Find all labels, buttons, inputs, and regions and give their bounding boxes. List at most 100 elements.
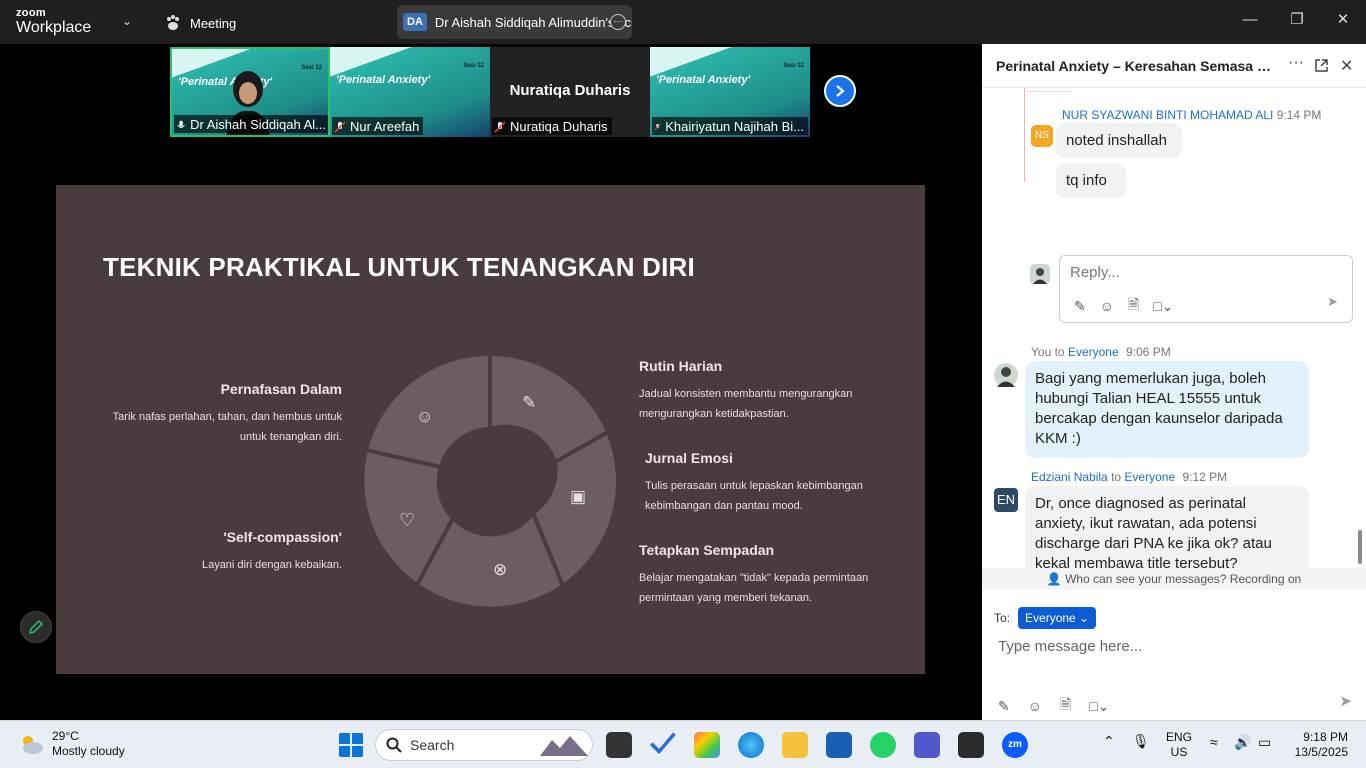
weather-widget[interactable]: 29°C Mostly cloudy xyxy=(18,729,125,759)
send-icon[interactable]: ➤ xyxy=(1339,692,1352,710)
wifi-icon[interactable]: ≈ xyxy=(1210,735,1218,750)
sender-name[interactable]: NUR SYAZWANI BINTI MOHAMAD ALI xyxy=(1062,108,1273,122)
taskbar-search[interactable]: Search xyxy=(375,729,593,761)
pernafasan-item: Pernafasan Dalam Tarik nafas perlahan, t… xyxy=(96,379,342,447)
emoji-icon[interactable]: ☺ xyxy=(1100,298,1114,314)
mini-title: 'Perinatal Anxiety' xyxy=(656,74,751,86)
pop-out-icon[interactable] xyxy=(1314,58,1329,73)
cycle-diagram xyxy=(360,351,620,611)
teams-icon[interactable] xyxy=(914,732,940,758)
reply-box[interactable]: Reply... ✎ ☺ 🗎 □⌄ ➤ xyxy=(1059,255,1353,323)
taskbar: 29°C Mostly cloudy Search zm ⌃ 🎙 ENG US … xyxy=(0,720,1366,768)
emoji-icon[interactable]: ☺ xyxy=(1028,698,1042,714)
reply-toolbar: ✎ ☺ 🗎 □⌄ xyxy=(1074,294,1173,318)
participant-tile[interactable]: Sesi 12 'Perinatal Anxiety' Khairiyatun … xyxy=(650,47,810,137)
title-bar: zoom Workplace ⌄ Meeting DA Dr Aishah Si… xyxy=(0,0,1366,44)
thread-sender-meta: NUR SYAZWANI BINTI MOHAMAD ALI 9:14 PM xyxy=(1062,108,1321,122)
battery-icon[interactable]: ▭ xyxy=(1258,735,1271,750)
mic-muted-icon xyxy=(654,123,661,130)
clock-time: 9:18 PM xyxy=(1303,730,1348,744)
message-bubble[interactable]: tq info xyxy=(1056,163,1126,198)
item-desc: Tarik nafas perlahan, tahan, dan hembus … xyxy=(112,411,342,443)
recipient[interactable]: Everyone xyxy=(1068,345,1119,359)
recipient-dropdown[interactable]: Everyone ⌄ xyxy=(1018,607,1097,629)
message-input[interactable]: Type message here... xyxy=(998,638,1142,655)
participant-name: Khairiyatun Najihah Bi... xyxy=(665,119,804,134)
thread-line xyxy=(1024,88,1025,182)
share-title: Dr Aishah Siddiqah Alimuddin's screen xyxy=(434,14,632,30)
session-label: Sesi 12 xyxy=(463,63,484,69)
mini-title: 'Perinatal Anxiety' xyxy=(336,74,431,86)
logo-top-text: zoom xyxy=(16,7,46,19)
screen-share-pill[interactable]: DA Dr Aishah Siddiqah Alimuddin's screen… xyxy=(397,5,632,39)
zoom-app-icon[interactable]: zm xyxy=(1002,732,1028,758)
whatsapp-icon[interactable] xyxy=(870,732,896,758)
participant-tile[interactable]: Nuratiqa Duharis Nuratiqa Duharis xyxy=(490,47,650,137)
sender-name[interactable]: Edziani Nabila xyxy=(1031,470,1108,484)
scrollbar-thumb[interactable] xyxy=(1358,530,1362,564)
item-desc: Jadual konsisten membantu mengurangkan m… xyxy=(639,388,853,420)
recipient[interactable]: Everyone xyxy=(1124,470,1175,484)
mic-tray-icon[interactable]: 🎙 xyxy=(1132,734,1150,749)
close-icon[interactable]: ✕ xyxy=(1340,56,1353,76)
meeting-menu[interactable]: Meeting xyxy=(164,14,236,32)
item-title: Jurnal Emosi xyxy=(645,450,733,466)
send-icon[interactable]: ➤ xyxy=(1327,294,1338,310)
file-icon[interactable]: 🗎 xyxy=(1060,694,1071,718)
temperature: 29°C xyxy=(52,729,79,743)
participant-name: Nur Areefah xyxy=(350,119,420,134)
planner-icon: ✎ xyxy=(522,393,537,412)
windows-start-icon[interactable] xyxy=(338,732,364,758)
next-page-button[interactable] xyxy=(824,75,856,107)
jurnal-item: Jurnal Emosi Tulis perasaan untuk lepask… xyxy=(645,448,885,516)
more-icon[interactable]: ··· xyxy=(1288,54,1304,72)
item-title: Tetapkan Sempadan xyxy=(639,542,775,558)
chevron-right-icon xyxy=(836,85,845,97)
format-icon[interactable]: ✎ xyxy=(998,698,1010,715)
copilot-icon[interactable] xyxy=(694,732,720,758)
message-time: 9:06 PM xyxy=(1126,345,1171,359)
to-word: to xyxy=(1054,345,1065,359)
message-bubble[interactable]: Dr, once diagnosed as perinatal anxiety,… xyxy=(1025,486,1309,568)
privacy-text: Who can see your messages? Recording on xyxy=(1065,572,1302,586)
participant-tile[interactable]: Sesi 12 'Perinatal Anxiety' Nur Areefah xyxy=(330,47,490,137)
store-icon[interactable] xyxy=(826,732,852,758)
close-window-button[interactable]: ✕ xyxy=(1333,10,1353,30)
scrollbar[interactable] xyxy=(1358,88,1362,568)
file-icon[interactable]: 🗎 xyxy=(1128,294,1139,318)
item-desc: Belajar mengatakan "tidak" kepada permin… xyxy=(639,572,869,604)
maximize-button[interactable]: ❐ xyxy=(1287,10,1307,30)
thread-divider xyxy=(1024,88,1072,92)
screenshot-icon[interactable]: □⌄ xyxy=(1089,698,1109,715)
mic-muted-icon xyxy=(334,120,346,133)
format-icon[interactable]: ✎ xyxy=(1074,298,1086,315)
participant-name-tag: Khairiyatun Najihah Bi... xyxy=(652,117,808,135)
task-view-icon[interactable] xyxy=(606,732,632,758)
file-explorer-icon[interactable] xyxy=(782,732,808,758)
chevron-up-icon[interactable]: ⌃ xyxy=(1103,734,1115,749)
reply-input[interactable]: Reply... xyxy=(1070,264,1120,281)
more-options-icon[interactable]: ··· xyxy=(610,14,626,30)
message-bubble[interactable]: noted inshallah xyxy=(1056,123,1182,158)
sticky-app-icon[interactable] xyxy=(958,732,984,758)
participant-name-tag: Nuratiqa Duharis xyxy=(492,117,612,135)
minimize-button[interactable]: — xyxy=(1240,10,1260,30)
clock-date: 13/5/2025 xyxy=(1294,745,1348,759)
annotate-button[interactable] xyxy=(20,611,52,643)
edge-icon[interactable] xyxy=(738,732,764,758)
participant-name: Dr Aishah Siddiqah Al... xyxy=(190,117,326,132)
language-indicator[interactable]: ENG US xyxy=(1166,730,1192,760)
message-bubble[interactable]: Bagi yang memerlukan juga, boleh hubungi… xyxy=(1025,361,1309,458)
checkmark-app-icon[interactable] xyxy=(650,732,676,755)
share-avatar: DA xyxy=(403,13,427,31)
weather-condition: Mostly cloudy xyxy=(52,744,125,758)
participant-tile[interactable]: Sesi 12 'Perinatal Anxiety' Dr Aishah Si… xyxy=(170,47,330,137)
screenshot-icon[interactable]: □⌄ xyxy=(1153,298,1173,315)
clock[interactable]: 9:18 PM 13/5/2025 xyxy=(1290,730,1348,760)
privacy-notice[interactable]: 👤 Who can see your messages? Recording o… xyxy=(982,568,1366,590)
chat-header: Perinatal Anxiety – Keresahan Semasa Men… xyxy=(982,44,1366,88)
chevron-down-icon[interactable]: ⌄ xyxy=(122,14,132,28)
chat-messages[interactable]: NUR SYAZWANI BINTI MOHAMAD ALI 9:14 PM N… xyxy=(982,88,1366,568)
participant-big-name: Nuratiqa Duharis xyxy=(509,82,631,99)
volume-icon[interactable]: 🔊 xyxy=(1234,735,1251,750)
